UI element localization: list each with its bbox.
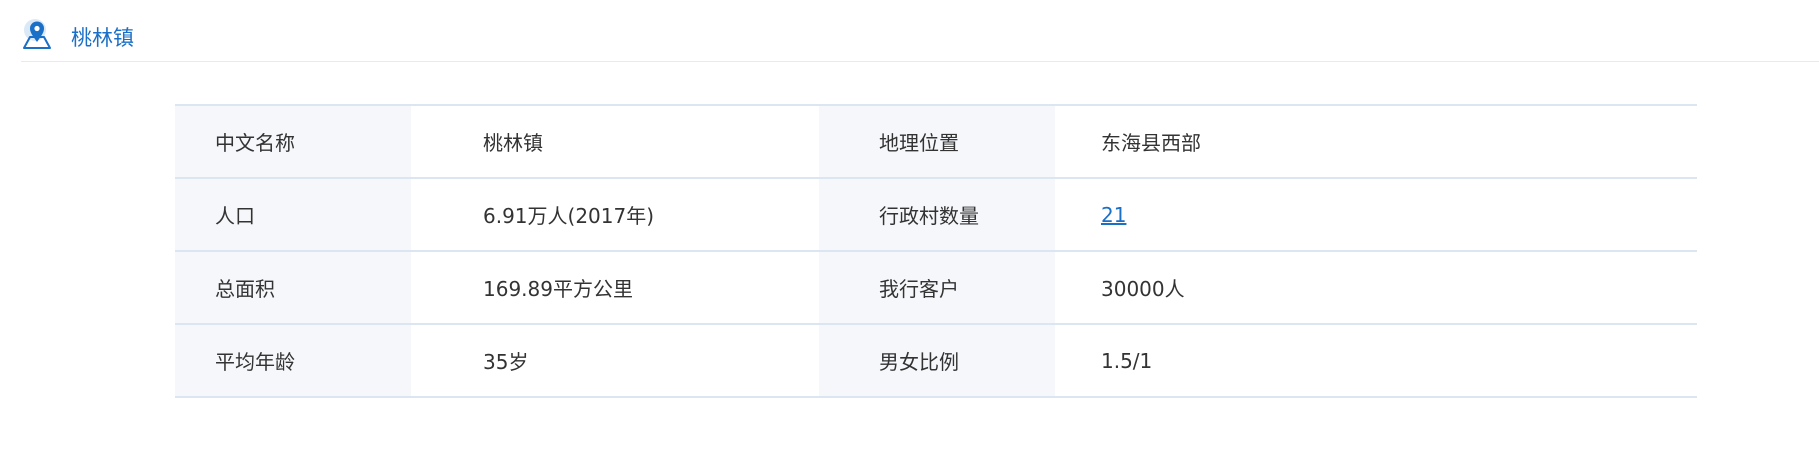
table-row: 人口 6.91万人(2017年) 行政村数量 21 bbox=[175, 177, 1697, 252]
label-location: 地理位置 bbox=[819, 104, 1055, 179]
value-chinese-name: 桃林镇 bbox=[411, 104, 819, 179]
info-table: 中文名称 桃林镇 地理位置 东海县西部 人口 6.91万人(2017年) 行政村… bbox=[175, 104, 1697, 398]
label-village-count: 行政村数量 bbox=[819, 177, 1055, 252]
label-gender-ratio: 男女比例 bbox=[819, 323, 1055, 398]
value-total-area: 169.89平方公里 bbox=[411, 250, 819, 325]
village-count-link[interactable]: 21 bbox=[1101, 203, 1126, 227]
page-title: 桃林镇 bbox=[71, 26, 134, 50]
table-row: 平均年龄 35岁 男女比例 1.5/1 bbox=[175, 323, 1697, 398]
value-average-age: 35岁 bbox=[411, 323, 819, 398]
value-location: 东海县西部 bbox=[1055, 104, 1697, 179]
label-average-age: 平均年龄 bbox=[175, 323, 411, 398]
value-gender-ratio: 1.5/1 bbox=[1055, 323, 1697, 398]
table-row: 总面积 169.89平方公里 我行客户 30000人 bbox=[175, 250, 1697, 325]
section-header: 桃林镇 bbox=[21, 0, 1819, 62]
map-pin-icon bbox=[21, 18, 53, 50]
label-population: 人口 bbox=[175, 177, 411, 252]
label-total-area: 总面积 bbox=[175, 250, 411, 325]
value-population: 6.91万人(2017年) bbox=[411, 177, 819, 252]
value-village-count-cell: 21 bbox=[1055, 177, 1697, 252]
label-bank-customers: 我行客户 bbox=[819, 250, 1055, 325]
table-row: 中文名称 桃林镇 地理位置 东海县西部 bbox=[175, 104, 1697, 179]
value-bank-customers: 30000人 bbox=[1055, 250, 1697, 325]
label-chinese-name: 中文名称 bbox=[175, 104, 411, 179]
